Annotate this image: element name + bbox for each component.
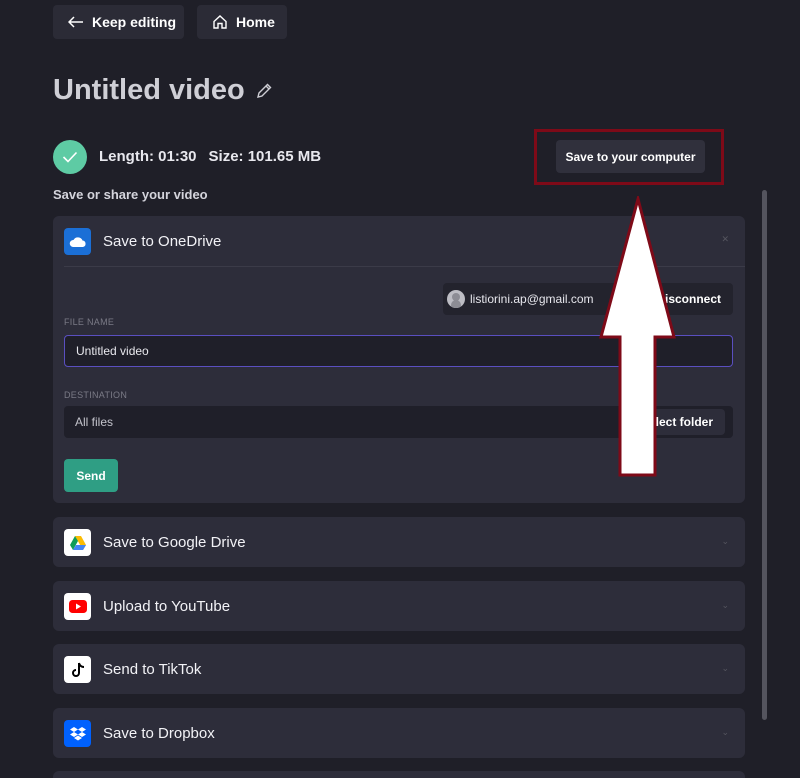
dropbox-header[interactable]: Save to Dropbox	[64, 720, 215, 747]
save-to-computer-button[interactable]: Save to your computer	[556, 140, 705, 173]
youtube-panel[interactable]: Upload to YouTube ⌄	[53, 581, 745, 631]
arrow-left-icon	[68, 16, 84, 28]
onedrive-icon	[64, 228, 91, 255]
dropbox-label: Save to Dropbox	[103, 725, 215, 742]
google-drive-header[interactable]: Save to Google Drive	[64, 529, 246, 556]
pencil-icon[interactable]	[245, 82, 273, 100]
chevron-down-icon: ⌄	[721, 663, 729, 673]
tiktok-panel[interactable]: Send to TikTok ⌄	[53, 644, 745, 694]
youtube-label: Upload to YouTube	[103, 598, 231, 615]
onedrive-label: Save to OneDrive	[103, 233, 222, 250]
check-icon	[53, 140, 87, 174]
video-size: Size: 101.65 MB	[208, 148, 322, 165]
file-name-label: FILE NAME	[64, 317, 115, 327]
destination-value: All files	[75, 415, 114, 429]
dropbox-panel[interactable]: Save to Dropbox ⌄	[53, 708, 745, 758]
save-share-heading: Save or share your video	[53, 187, 208, 202]
collapse-icon[interactable]: ✕	[721, 234, 729, 245]
account-box: listiorini.ap@gmail.com Disconnect	[443, 283, 733, 315]
tiktok-icon	[64, 656, 91, 683]
destination-label: DESTINATION	[64, 390, 128, 400]
google-drive-label: Save to Google Drive	[103, 534, 246, 551]
home-icon	[212, 14, 228, 30]
annotation-arrow-icon	[599, 196, 676, 477]
next-panel-edge	[53, 771, 745, 778]
video-title-row: Untitled video	[53, 74, 273, 107]
tiktok-header[interactable]: Send to TikTok	[64, 656, 201, 683]
keep-editing-label: Keep editing	[92, 14, 177, 30]
home-button[interactable]: Home	[197, 5, 287, 39]
chevron-down-icon: ⌄	[721, 727, 729, 737]
video-length: Length: 01:30	[99, 148, 197, 165]
youtube-icon	[64, 593, 91, 620]
video-meta: Length: 01:30 Size: 101.65 MB	[99, 148, 321, 165]
send-button[interactable]: Send	[64, 459, 118, 492]
account-email: listiorini.ap@gmail.com	[470, 292, 594, 306]
home-label: Home	[236, 14, 275, 30]
dropbox-icon	[64, 720, 91, 747]
google-drive-icon	[64, 529, 91, 556]
scrollbar[interactable]	[762, 190, 767, 720]
video-title: Untitled video	[53, 74, 245, 106]
chevron-down-icon: ⌄	[721, 600, 729, 610]
youtube-header[interactable]: Upload to YouTube	[64, 593, 230, 620]
onedrive-header[interactable]: Save to OneDrive	[64, 228, 221, 255]
tiktok-label: Send to TikTok	[103, 661, 202, 678]
keep-editing-button[interactable]: Keep editing	[53, 5, 184, 39]
chevron-down-icon: ⌄	[721, 536, 729, 546]
avatar	[447, 290, 465, 308]
google-drive-panel[interactable]: Save to Google Drive ⌄	[53, 517, 745, 567]
